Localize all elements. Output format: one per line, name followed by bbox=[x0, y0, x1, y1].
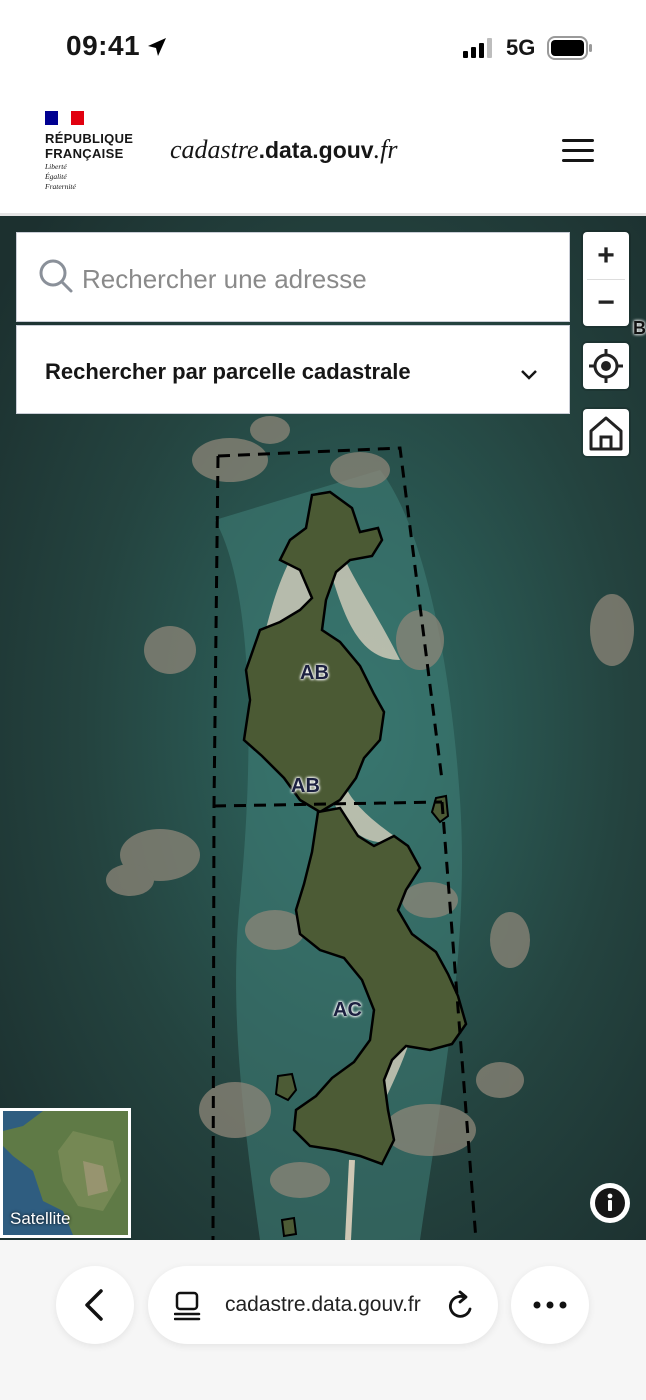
home-button[interactable] bbox=[583, 409, 629, 456]
parcel-search-label: Rechercher par parcelle cadastrale bbox=[45, 359, 411, 384]
status-time: 09:41 bbox=[66, 30, 141, 61]
address-search-input[interactable] bbox=[82, 258, 552, 300]
battery-icon bbox=[547, 36, 593, 65]
info-button[interactable] bbox=[590, 1183, 630, 1223]
tabs-icon[interactable] bbox=[173, 1291, 202, 1326]
motto-liberte: Liberté bbox=[45, 162, 67, 171]
site-title-part1: cadastre bbox=[170, 135, 259, 164]
basemap-label: Satellite bbox=[10, 1209, 71, 1228]
location-arrow-icon bbox=[146, 36, 168, 63]
reload-icon[interactable] bbox=[446, 1289, 476, 1326]
parcel-label[interactable]: AB bbox=[300, 662, 329, 685]
back-button[interactable] bbox=[56, 1266, 134, 1344]
parcel-label[interactable]: AC bbox=[333, 999, 362, 1022]
back-icon bbox=[85, 1289, 103, 1321]
french-flag-logo bbox=[45, 111, 84, 125]
url-text: cadastre.data.gouv.fr bbox=[225, 1293, 421, 1316]
site-title-part2: .data.gouv bbox=[258, 137, 374, 163]
more-icon bbox=[533, 1301, 567, 1309]
zoom-controls: + − bbox=[583, 232, 629, 326]
map-edge-label: B bbox=[633, 318, 646, 338]
motto-fraternite: Fraternité bbox=[45, 182, 76, 191]
info-icon bbox=[595, 1188, 625, 1218]
gov-name-line1: RÉPUBLIQUE bbox=[45, 131, 134, 146]
home-icon bbox=[589, 416, 623, 451]
parcel-label[interactable]: AB bbox=[291, 775, 320, 798]
hamburger-menu-icon[interactable] bbox=[560, 136, 596, 166]
site-title[interactable]: cadastre.data.gouv.fr bbox=[170, 134, 397, 165]
more-button[interactable] bbox=[511, 1266, 589, 1344]
locate-icon bbox=[589, 349, 623, 383]
locate-button[interactable] bbox=[583, 343, 629, 389]
site-title-part3: .fr bbox=[373, 135, 398, 164]
search-icon bbox=[38, 258, 74, 299]
zoom-out-button[interactable]: − bbox=[583, 279, 629, 326]
zoom-in-button[interactable]: + bbox=[583, 232, 629, 279]
network-type: 5G bbox=[506, 35, 536, 60]
gov-name-line2: FRANÇAISE bbox=[45, 146, 124, 161]
signal-icon bbox=[463, 38, 497, 63]
motto-egalite: Égalité bbox=[45, 172, 67, 181]
chevron-down-icon bbox=[520, 368, 538, 386]
